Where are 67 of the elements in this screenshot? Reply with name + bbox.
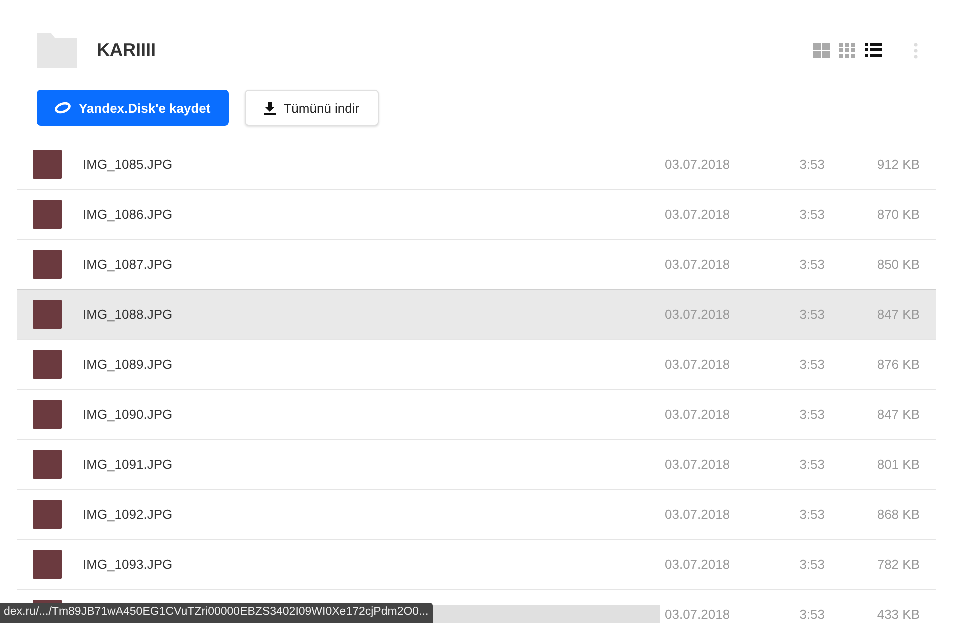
file-date: 03.07.2018 <box>665 257 732 272</box>
large-view-icon[interactable] <box>813 43 830 58</box>
small-view-icon[interactable] <box>839 43 856 58</box>
file-row[interactable]: IMG_1085.JPG 03.07.2018 3:53 912 KB <box>17 140 936 190</box>
photo-placeholder <box>33 150 62 179</box>
file-date: 03.07.2018 <box>665 457 732 472</box>
file-date: 03.07.2018 <box>665 507 732 522</box>
file-row[interactable]: IMG_1090.JPG 03.07.2018 3:53 847 KB <box>17 390 936 440</box>
file-size: 868 KB <box>877 507 920 522</box>
file-row[interactable]: IMG_1091.JPG 03.07.2018 3:53 801 KB <box>17 440 936 490</box>
file-time: 3:53 <box>798 157 825 172</box>
photo-placeholder <box>33 300 62 329</box>
file-date: 03.07.2018 <box>665 207 732 222</box>
file-row[interactable]: IMG_1086.JPG 03.07.2018 3:53 870 KB <box>17 190 936 240</box>
file-row[interactable]: IMG_1092.JPG 03.07.2018 3:53 868 KB <box>17 490 936 540</box>
download-all-button[interactable]: Tümünü indir <box>244 90 379 126</box>
file-date: 03.07.2018 <box>665 157 732 172</box>
file-name: IMG_1090.JPG <box>83 407 174 422</box>
file-time: 3:53 <box>798 307 825 322</box>
file-size: 850 KB <box>877 257 920 272</box>
file-size: 847 KB <box>877 407 920 422</box>
file-name: IMG_1088.JPG <box>83 307 174 322</box>
photo-placeholder <box>33 250 62 279</box>
file-date: 03.07.2018 <box>665 557 732 572</box>
file-date: 03.07.2018 <box>665 357 732 372</box>
disk-logo-icon <box>55 102 71 114</box>
list-view-icon[interactable] <box>865 43 882 58</box>
file-size: 876 KB <box>877 357 920 372</box>
file-row[interactable]: IMG_1093.JPG 03.07.2018 3:53 782 KB <box>17 540 936 590</box>
file-size: 870 KB <box>877 207 920 222</box>
more-menu-icon[interactable] <box>914 42 918 58</box>
file-name: IMG_1086.JPG <box>83 207 174 222</box>
folder-title: KARIIII <box>97 40 156 61</box>
folder-icon <box>37 33 77 68</box>
download-icon <box>264 102 276 114</box>
file-time: 3:53 <box>798 607 825 622</box>
file-size: 912 KB <box>877 157 920 172</box>
file-size: 801 KB <box>877 457 920 472</box>
file-time: 3:53 <box>798 557 825 572</box>
file-time: 3:53 <box>798 257 825 272</box>
file-time: 3:53 <box>798 507 825 522</box>
file-date: 03.07.2018 <box>665 407 732 422</box>
file-time: 3:53 <box>798 407 825 422</box>
link-url-tooltip: dex.ru/.../Tm89JB71wA450EG1CVuTZri00000EBZS3402I09WI0Xe172cjPdm2O0... <box>0 603 433 623</box>
file-time: 3:53 <box>798 457 825 472</box>
file-name: IMG_1093.JPG <box>83 557 174 572</box>
photo-placeholder <box>33 500 62 529</box>
photo-placeholder <box>33 350 62 379</box>
file-name: IMG_1087.JPG <box>83 257 174 272</box>
photo-placeholder <box>33 450 62 479</box>
file-name: IMG_1085.JPG <box>83 157 174 172</box>
save-to-disk-button[interactable]: Yandex.Disk'e kaydet <box>37 90 229 126</box>
file-time: 3:53 <box>798 207 825 222</box>
photo-placeholder <box>33 400 62 429</box>
file-name: IMG_1091.JPG <box>83 457 174 472</box>
file-row[interactable]: IMG_1089.JPG 03.07.2018 3:53 876 KB <box>17 340 936 390</box>
photo-placeholder <box>33 550 62 579</box>
file-name: IMG_1089.JPG <box>83 357 174 372</box>
photo-placeholder <box>33 200 62 229</box>
file-date: 03.07.2018 <box>665 307 732 322</box>
file-date: 03.07.2018 <box>665 607 732 622</box>
file-size: 782 KB <box>877 557 920 572</box>
file-row[interactable]: IMG_1088.JPG 03.07.2018 3:53 847 KB <box>17 289 936 340</box>
file-time: 3:53 <box>798 357 825 372</box>
file-name: IMG_1092.JPG <box>83 507 174 522</box>
file-size: 847 KB <box>877 307 920 322</box>
file-size: 433 KB <box>877 607 920 622</box>
